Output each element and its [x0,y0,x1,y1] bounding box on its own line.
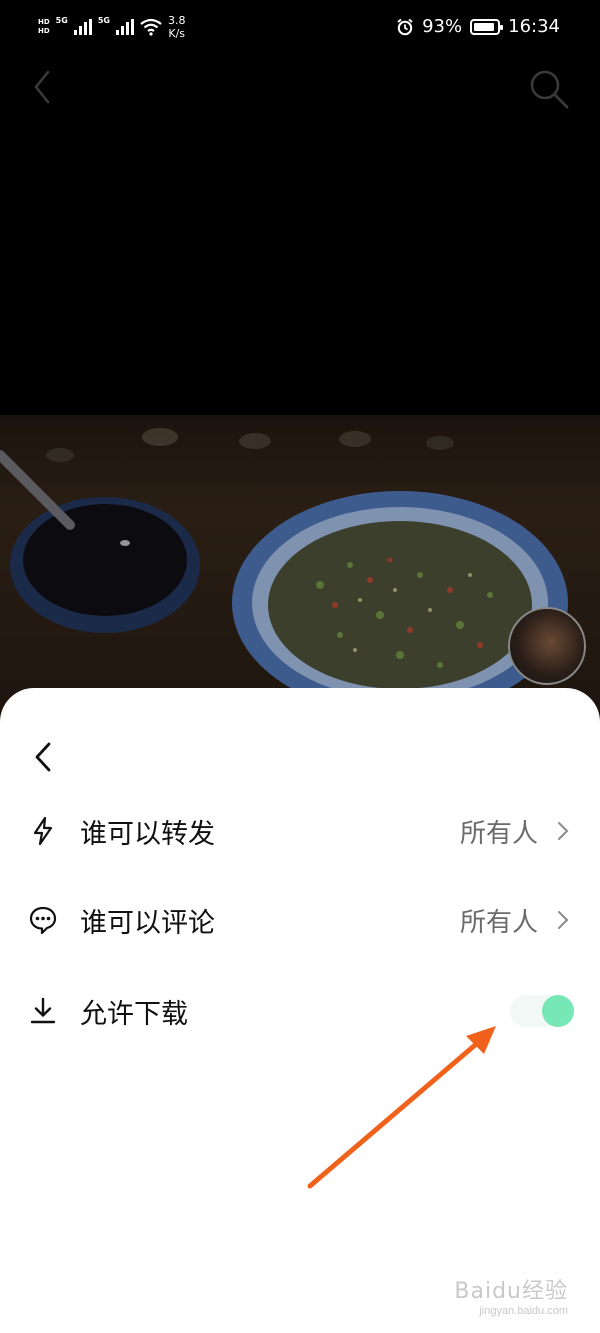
chevron-left-icon[interactable] [28,66,58,108]
watermark-main: Baidu经验 [454,1279,568,1304]
network-speed: 3.8 K/s [168,14,186,40]
lightning-icon [33,816,53,846]
toggle-knob [542,995,574,1027]
food-photo-illustration [0,428,568,715]
status-right-group: 93% 16:34 [396,16,560,37]
watermark-sub: jingyan.baidu.com [479,1305,568,1317]
repost-permission-value: 所有人 [459,818,538,849]
allow-download-label: 允许下载 [80,998,188,1030]
speed-unit: K/s [168,27,186,40]
status-bar: HD HD 5G 5G 3.8 K/s 93% 16:34 [0,0,600,56]
battery-level [474,22,495,31]
download-icon [30,997,56,1024]
alarm-icon [397,18,413,35]
hd-indicator: HD HD [38,18,50,36]
comment-icon [29,906,57,935]
signal-icon-2 [115,19,134,35]
chevron-right-icon [558,822,569,840]
network-type-label-2: 5G [97,16,110,25]
comment-permission-row[interactable]: 谁可以评论 所有人 [0,890,600,950]
battery-icon [470,18,504,35]
wifi-icon [140,18,162,36]
comment-permission-label: 谁可以评论 [80,907,215,939]
allow-download-toggle[interactable] [510,995,574,1027]
chevron-left-icon[interactable] [28,740,58,774]
post-photo [0,415,600,725]
status-time: 16:34 [508,16,560,37]
status-left-group: HD HD 5G 5G 3.8 K/s [38,14,185,40]
repost-permission-label: 谁可以转发 [80,818,215,850]
chevron-right-icon [558,911,569,929]
settings-sheet: 谁可以转发 所有人 谁可以评论 所有人 允许下载 [0,688,600,1333]
search-icon[interactable] [526,66,572,112]
network-type-label-1: 5G [55,16,68,25]
avatar[interactable] [508,607,586,685]
allow-download-row: 允许下载 [0,981,600,1041]
hd-bottom-label: HD [38,27,50,35]
battery-percent: 93% [422,16,463,37]
comment-permission-value: 所有人 [459,907,538,938]
hd-top-label: HD [38,18,50,26]
speed-value: 3.8 [167,14,186,27]
signal-icon [73,19,92,35]
watermark: Baidu经验 jingyan.baidu.com [454,1273,568,1317]
repost-permission-row[interactable]: 谁可以转发 所有人 [0,801,600,861]
